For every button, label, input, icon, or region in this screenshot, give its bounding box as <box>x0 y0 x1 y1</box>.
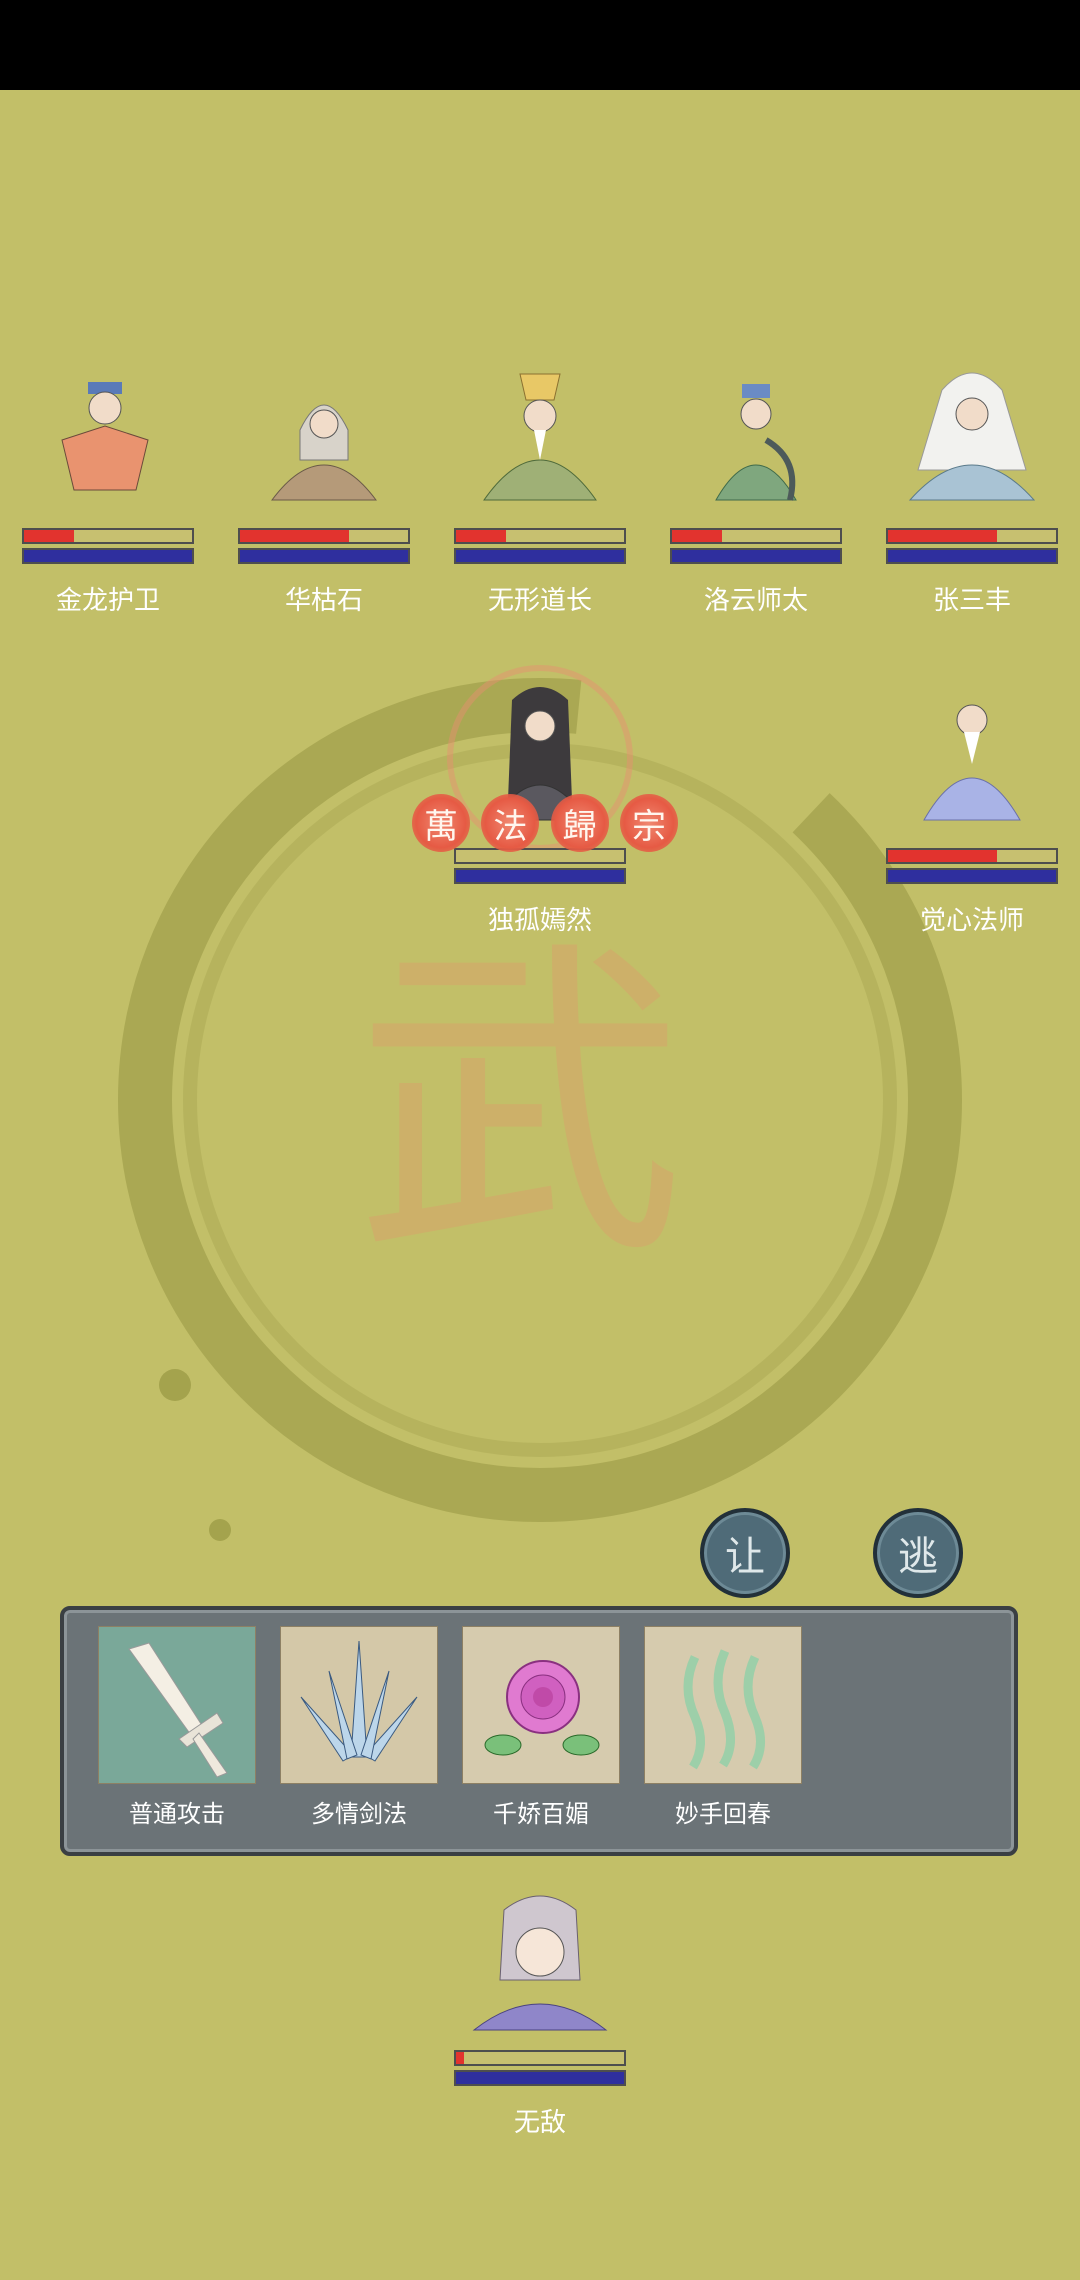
skill-label: 千娇百媚 <box>493 1800 589 1828</box>
hp-bar <box>886 848 1058 864</box>
hp-fill <box>888 530 998 542</box>
hp-bar <box>886 528 1058 544</box>
hp-bar <box>22 528 194 544</box>
mp-bar <box>670 548 842 564</box>
skill-label: 多情剑法 <box>311 1800 407 1828</box>
mp-bar <box>22 548 194 564</box>
skill-qianjiao-baimei[interactable]: 千娇百媚 <box>462 1626 620 1829</box>
rose-icon <box>462 1626 620 1784</box>
hp-bar <box>454 2050 626 2066</box>
hp-fill <box>888 850 998 862</box>
skill-duoqing-sword[interactable]: 多情剑法 <box>280 1626 438 1829</box>
mp-bar <box>238 548 410 564</box>
mp-bar <box>886 868 1058 884</box>
enemy-portrait <box>886 360 1058 510</box>
mp-bar <box>454 2070 626 2086</box>
mp-bar <box>886 548 1058 564</box>
skill-label: 妙手回春 <box>675 1800 771 1828</box>
enemy-name: 金龙护卫 <box>55 586 160 616</box>
heal-waves-icon <box>644 1626 802 1784</box>
hp-fill <box>24 530 75 542</box>
flee-button[interactable]: 逃 <box>873 1508 963 1598</box>
enemy-name: 洛云师太 <box>703 586 808 616</box>
enemy-portrait <box>22 360 194 510</box>
status-bar <box>0 0 1080 90</box>
banner-char: 歸 <box>550 794 609 852</box>
hp-fill <box>456 2052 465 2064</box>
banner-char: 萬 <box>412 794 470 852</box>
hp-bar <box>454 528 626 544</box>
player-name: 无敌 <box>513 2108 566 2138</box>
enemy-portrait <box>886 680 1058 830</box>
mp-bar <box>454 548 626 564</box>
skill-banner: 萬 法 歸 宗 <box>412 794 678 866</box>
enemy-portrait <box>670 360 842 510</box>
mp-bar <box>454 868 626 884</box>
hp-bar <box>238 528 410 544</box>
skill-label: 普通攻击 <box>129 1800 225 1828</box>
enemy-name: 独孤嫣然 <box>487 906 592 936</box>
hp-fill <box>672 530 723 542</box>
enemy-name: 张三丰 <box>932 586 1011 616</box>
banner-char: 法 <box>481 794 540 852</box>
hp-fill <box>240 530 350 542</box>
enemy-name: 觉心法师 <box>919 906 1024 936</box>
banner-char: 宗 <box>619 794 678 852</box>
sword-icon <box>98 1626 256 1784</box>
player-portrait <box>454 1890 626 2040</box>
skill-normal-attack[interactable]: 普通攻击 <box>98 1626 256 1829</box>
enemy-portrait <box>238 360 410 510</box>
blades-icon <box>280 1626 438 1784</box>
background-character: 武 <box>355 914 685 1298</box>
skill-panel: 普通攻击 多情剑法 千娇百媚 妙手回春 <box>60 1606 1018 1856</box>
yield-button[interactable]: 让 <box>700 1508 790 1598</box>
hp-fill <box>456 530 507 542</box>
enemy-name: 无形道长 <box>487 586 592 616</box>
skill-miaoshou-huichun[interactable]: 妙手回春 <box>644 1626 802 1829</box>
hp-bar <box>670 528 842 544</box>
enemy-name: 华枯石 <box>284 586 363 616</box>
enemy-portrait <box>454 360 626 510</box>
